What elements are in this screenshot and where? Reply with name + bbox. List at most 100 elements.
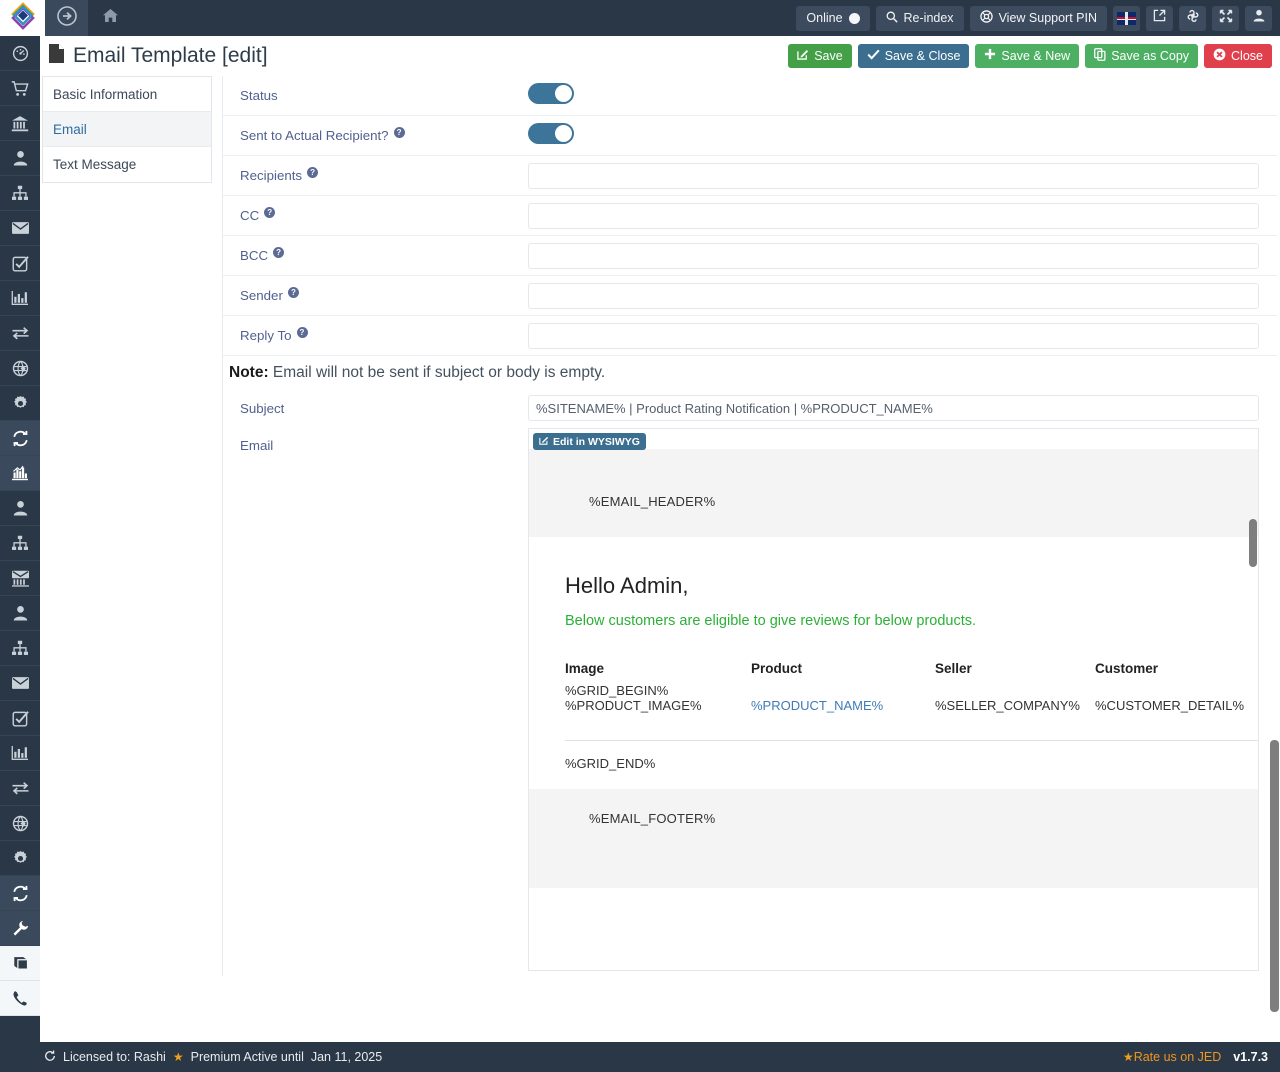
help-icon[interactable]: ? — [264, 207, 276, 218]
rail-item-refresh[interactable] — [0, 421, 40, 456]
rail-item-exchange[interactable] — [0, 316, 40, 351]
save-button[interactable]: Save — [788, 43, 852, 68]
rail-item-bank-envelope[interactable] — [0, 561, 40, 596]
rate-us-on-jed-link[interactable]: ★Rate us on JED — [1123, 1050, 1221, 1064]
wysiwyg-label: Edit in WYSIWYG — [553, 435, 640, 448]
sitemap-icon — [11, 535, 29, 551]
save-as-copy-button[interactable]: Save as Copy — [1085, 43, 1199, 68]
cc-input[interactable] — [528, 202, 1259, 229]
rail-item-chart-bars[interactable] — [0, 456, 40, 491]
preview-site-button[interactable] — [1146, 5, 1173, 31]
email-header-band: %EMAIL_HEADER% — [529, 449, 1258, 537]
help-icon[interactable]: ? — [307, 167, 319, 178]
sender-label-group: Sender ? — [223, 287, 528, 303]
online-status-button[interactable]: Online — [796, 5, 870, 31]
note-label: Note: — [229, 364, 269, 381]
rail-item-envelope[interactable] — [0, 211, 40, 246]
tab-label: Basic Information — [53, 86, 158, 102]
rail-item-bar-chart[interactable] — [0, 281, 40, 316]
field-row-recipients: Recipients ? — [223, 156, 1277, 196]
home-icon — [102, 8, 119, 28]
cell-product-name[interactable]: %PRODUCT_NAME% — [751, 698, 935, 713]
rail-item-gear[interactable] — [0, 386, 40, 421]
reply-to-control — [528, 322, 1277, 349]
help-icon[interactable]: ? — [287, 287, 299, 298]
bank-envelope-icon — [11, 570, 30, 587]
user-menu-button[interactable] — [1245, 5, 1272, 31]
close-button[interactable]: Close — [1204, 43, 1272, 68]
email-body-band: Hello Admin, Below customers are eligibl… — [529, 537, 1258, 789]
save-close-button[interactable]: Save & Close — [857, 43, 970, 68]
gear-icon — [12, 395, 29, 412]
grid-end-token: %GRID_END% — [565, 756, 656, 771]
cc-label: CC — [240, 208, 260, 223]
cc-control — [528, 202, 1277, 229]
rail-item-exchange[interactable] — [0, 771, 40, 806]
rail-item-bank[interactable] — [0, 106, 40, 141]
refresh-icon[interactable] — [44, 1050, 56, 1065]
user-icon — [1253, 9, 1265, 27]
arrow-circle-right-icon — [56, 5, 77, 31]
rail-item-sitemap[interactable] — [0, 176, 40, 211]
sent-to-actual-recipient-toggle[interactable] — [528, 122, 574, 144]
field-row-sent-to-actual-recipient: Sent to Actual Recipient? ? — [223, 116, 1277, 156]
recipients-input[interactable] — [528, 162, 1259, 189]
rail-item-user[interactable] — [0, 596, 40, 631]
rail-item-globe[interactable] — [0, 351, 40, 386]
rail-item-refresh[interactable] — [0, 876, 40, 911]
reindex-button[interactable]: Re-index — [875, 5, 964, 31]
status-control — [528, 82, 1277, 109]
rail-item-book[interactable] — [0, 946, 40, 981]
rail-item-wrench[interactable] — [0, 911, 40, 946]
save-new-button[interactable]: Save & New — [975, 43, 1080, 68]
email-editor-scrollbar-thumb[interactable] — [1249, 519, 1257, 567]
rail-item-bar-chart[interactable] — [0, 736, 40, 771]
nav-forward-button[interactable] — [45, 0, 88, 36]
rail-item-check-square[interactable] — [0, 246, 40, 281]
cc-label-group: CC ? — [223, 207, 528, 223]
star-icon: ★ — [172, 1050, 184, 1064]
rail-item-user[interactable] — [0, 491, 40, 526]
tab-basic-information[interactable]: Basic Information — [43, 77, 211, 112]
field-row-status: Status — [223, 76, 1277, 116]
tab-email[interactable]: Email — [43, 112, 211, 147]
status-label: Status — [240, 88, 278, 103]
check-square-icon — [12, 710, 29, 727]
help-icon[interactable]: ? — [393, 127, 405, 138]
status-toggle[interactable] — [528, 82, 574, 104]
edit-in-wysiwyg-button[interactable]: Edit in WYSIWYG — [533, 433, 646, 450]
home-button[interactable] — [88, 0, 132, 36]
rail-item-dashboard[interactable] — [0, 36, 40, 71]
rail-item-gear[interactable] — [0, 841, 40, 876]
sender-input[interactable] — [528, 282, 1259, 309]
rail-item-sitemap[interactable] — [0, 631, 40, 666]
rail-item-globe[interactable] — [0, 806, 40, 841]
fullscreen-button[interactable] — [1212, 5, 1239, 31]
app-logo[interactable] — [0, 0, 45, 36]
rail-item-user[interactable] — [0, 141, 40, 176]
reindex-label: Re-index — [903, 11, 954, 25]
column-header-product: Product — [751, 661, 803, 676]
header-action-buttons: Save Save & Close Save & New Save as Copy Cl… — [788, 43, 1280, 68]
bank-icon — [11, 115, 29, 132]
language-switcher-button[interactable] — [1113, 5, 1140, 31]
tab-text-message[interactable]: Text Message — [43, 147, 211, 182]
rail-item-phone[interactable] — [0, 981, 40, 1016]
star-icon: ★ — [1122, 1050, 1134, 1064]
rail-item-envelope[interactable] — [0, 666, 40, 701]
help-icon[interactable]: ? — [273, 247, 285, 258]
email-preview-content[interactable]: %EMAIL_HEADER% Hello Admin, Below custom… — [529, 449, 1258, 970]
page-scrollbar-thumb[interactable] — [1270, 740, 1279, 1012]
rail-item-sitemap[interactable] — [0, 526, 40, 561]
help-icon[interactable]: ? — [296, 327, 308, 338]
reply-to-input[interactable] — [528, 322, 1259, 349]
bcc-input[interactable] — [528, 242, 1259, 269]
page-header: Email Template [edit] Save Save & Close Sa… — [40, 36, 1280, 75]
view-support-pin-button[interactable]: View Support PIN — [969, 5, 1107, 31]
rail-item-cart[interactable] — [0, 71, 40, 106]
subject-input[interactable] — [528, 395, 1259, 421]
joomla-link-button[interactable] — [1179, 5, 1206, 31]
email-body-label: Email — [240, 438, 274, 453]
rail-item-check-square[interactable] — [0, 701, 40, 736]
